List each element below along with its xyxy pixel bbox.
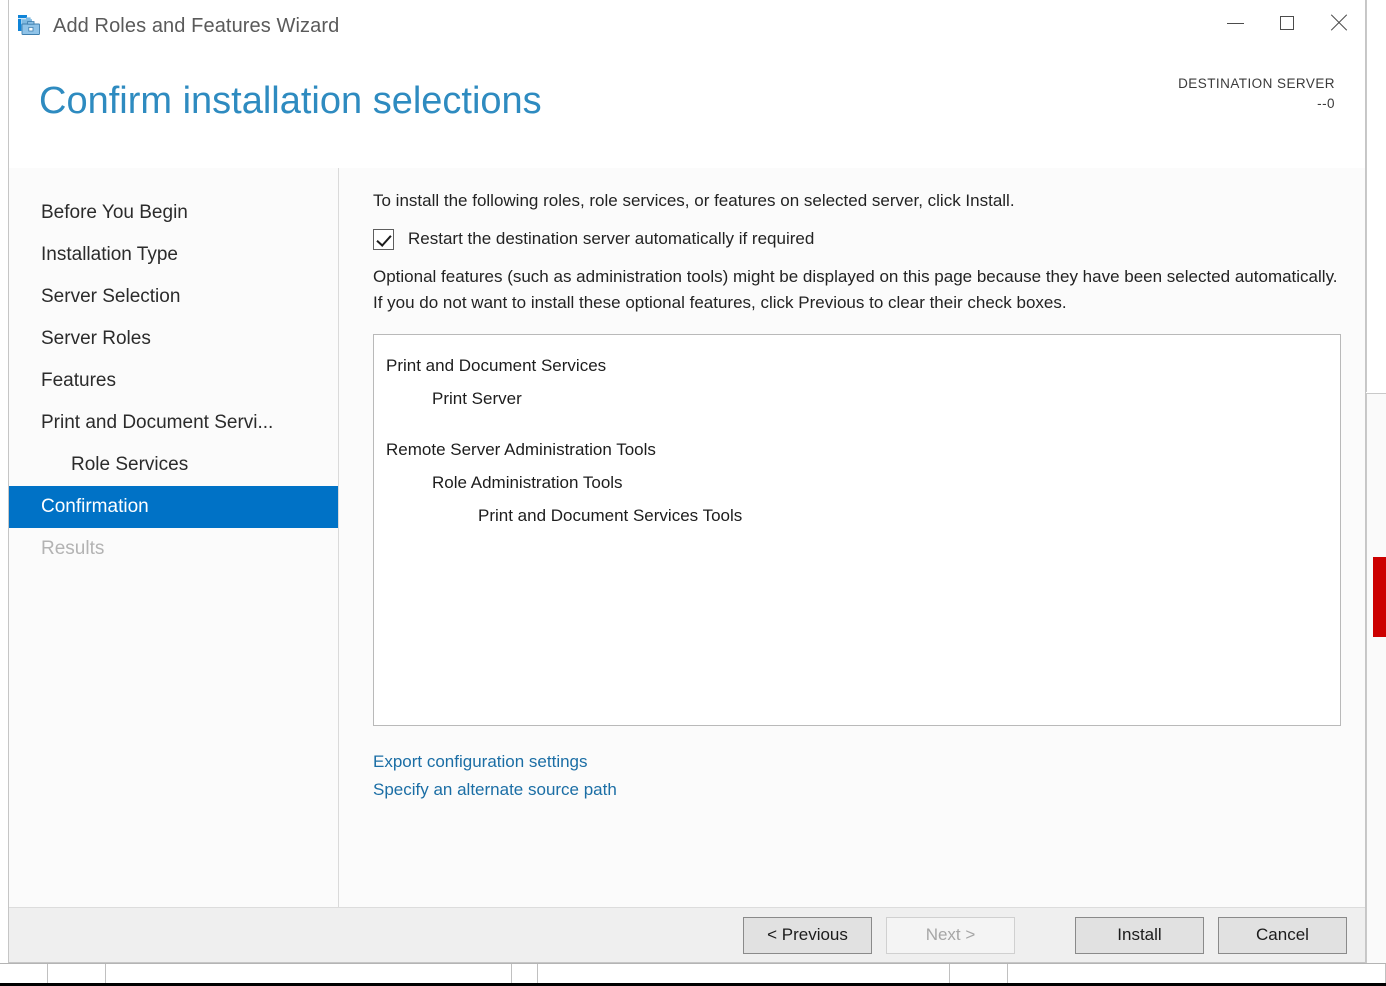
server-toolbox-icon <box>17 14 41 38</box>
wizard-footer: < Previous Next > Install Cancel <box>9 907 1365 962</box>
background-window-right-lower <box>1366 393 1386 963</box>
next-button: Next > <box>886 916 1015 954</box>
restart-checkbox-label[interactable]: Restart the destination server automatic… <box>408 229 814 249</box>
specify-alternate-source-path-link[interactable]: Specify an alternate source path <box>373 776 617 804</box>
restart-checkbox[interactable] <box>373 228 394 250</box>
wizard-content: To install the following roles, role ser… <box>339 168 1365 907</box>
title-bar: Add Roles and Features Wizard <box>9 0 1365 52</box>
page-header: Confirm installation selections DESTINAT… <box>9 52 1365 168</box>
destination-server-label: DESTINATION SERVER <box>1178 76 1335 91</box>
intro-text: To install the following roles, role ser… <box>373 191 1015 210</box>
sidebar-item-print-and-document-services[interactable]: Print and Document Servi... <box>9 402 338 444</box>
export-configuration-settings-link[interactable]: Export configuration settings <box>373 748 588 776</box>
install-button[interactable]: Install <box>1075 916 1204 954</box>
sidebar-item-features[interactable]: Features <box>9 360 338 402</box>
page-title: Confirm installation selections <box>39 80 542 122</box>
sidebar-item-results: Results <box>41 538 105 559</box>
list-item: Print Server <box>432 388 522 408</box>
window-controls <box>1209 0 1365 46</box>
destination-server-value: --0 <box>1317 95 1335 111</box>
close-button[interactable] <box>1313 0 1365 46</box>
sidebar-item-installation-type[interactable]: Installation Type <box>9 234 338 276</box>
background-window-right-upper <box>1366 0 1386 392</box>
wizard-step-nav: Before You Begin Installation Type Serve… <box>9 168 339 907</box>
window-title: Add Roles and Features Wizard <box>53 14 340 37</box>
sidebar-item-server-roles[interactable]: Server Roles <box>9 318 338 360</box>
list-item: Role Administration Tools <box>432 473 623 493</box>
sidebar-item-server-selection[interactable]: Server Selection <box>9 276 338 318</box>
previous-button[interactable]: < Previous <box>743 916 872 954</box>
maximize-icon <box>1280 16 1294 30</box>
destination-server-block: DESTINATION SERVER --0 <box>1178 74 1335 113</box>
list-item: Remote Server Administration Tools <box>386 439 656 459</box>
cancel-button[interactable]: Cancel <box>1218 916 1347 954</box>
add-roles-and-features-wizard-dialog: Add Roles and Features Wizard Confirm in… <box>8 0 1366 963</box>
restart-checkbox-row[interactable]: Restart the destination server automatic… <box>373 228 1341 250</box>
optional-features-note: Optional features (such as administratio… <box>373 266 1338 312</box>
list-item: Print and Document Services Tools <box>478 506 743 526</box>
wizard-body: Before You Begin Installation Type Serve… <box>9 168 1365 907</box>
maximize-button[interactable] <box>1261 0 1313 46</box>
sidebar-item-confirmation[interactable]: Confirmation <box>9 486 338 528</box>
selected-features-listbox[interactable]: Print and Document Services Print Server… <box>373 333 1341 726</box>
sidebar-item-before-you-begin[interactable]: Before You Begin <box>9 192 338 234</box>
minimize-icon <box>1226 22 1244 24</box>
minimize-button[interactable] <box>1209 0 1261 46</box>
sidebar-item-role-services[interactable]: Role Services <box>9 444 338 486</box>
list-item: Print and Document Services <box>386 355 607 375</box>
close-icon <box>1329 13 1349 33</box>
background-red-indicator <box>1373 557 1386 637</box>
